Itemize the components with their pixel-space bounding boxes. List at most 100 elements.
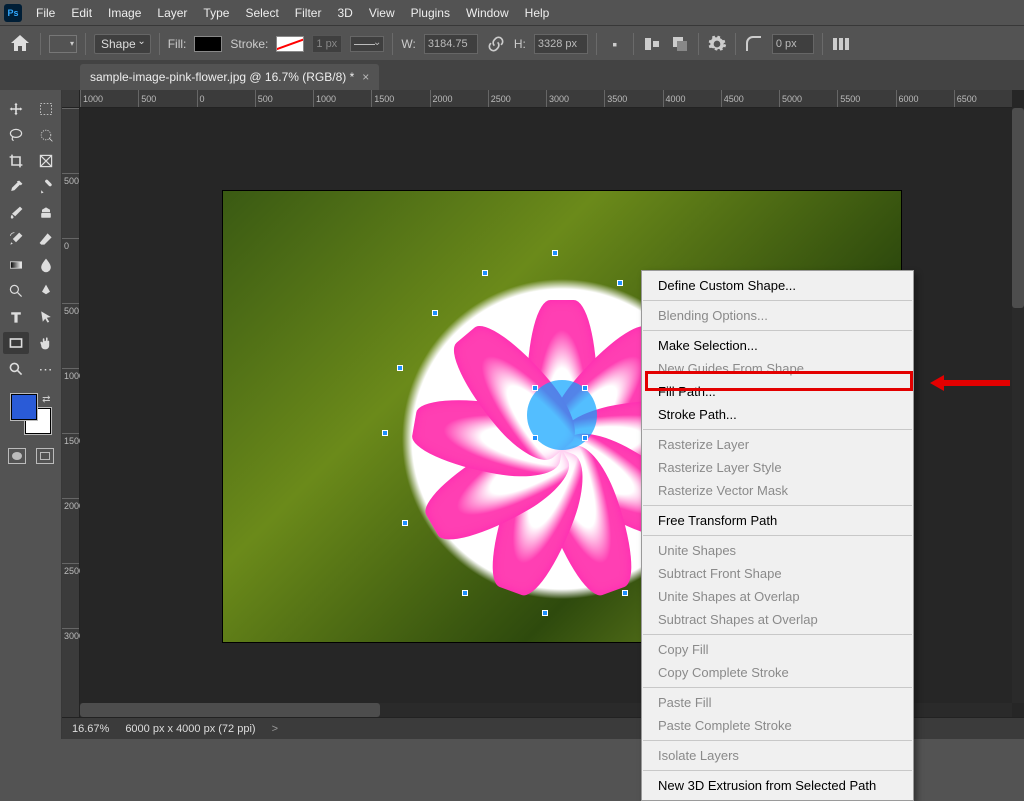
cm-stroke-path[interactable]: Stroke Path... bbox=[642, 403, 913, 426]
divider bbox=[596, 33, 597, 55]
ruler-tick: 2500 bbox=[62, 563, 79, 628]
stroke-style-select[interactable] bbox=[350, 36, 384, 52]
pen-tool[interactable] bbox=[33, 280, 59, 302]
cm-subtract-shapes-at-overlap: Subtract Shapes at Overlap bbox=[642, 608, 913, 631]
ruler-tick: 3000 bbox=[62, 628, 79, 693]
menu-help[interactable]: Help bbox=[517, 2, 558, 24]
vertical-ruler[interactable]: 500 0 500 1000 1500 2000 2500 3000 bbox=[62, 108, 80, 721]
corner-radius-field[interactable] bbox=[772, 34, 814, 54]
dodge-tool[interactable] bbox=[3, 280, 29, 302]
cm-separator bbox=[643, 770, 912, 771]
cm-separator bbox=[643, 740, 912, 741]
ruler-tick: 2000 bbox=[430, 90, 488, 107]
move-tool[interactable] bbox=[3, 98, 29, 120]
menu-bar: Ps File Edit Image Layer Type Select Fil… bbox=[0, 0, 1024, 26]
width-field[interactable] bbox=[424, 34, 478, 54]
scrollbar-thumb[interactable] bbox=[80, 703, 380, 717]
document-tab[interactable]: sample-image-pink-flower.jpg @ 16.7% (RG… bbox=[80, 64, 379, 90]
history-brush-tool[interactable] bbox=[3, 228, 29, 250]
healing-brush-tool[interactable] bbox=[33, 176, 59, 198]
cm-define-custom-shape[interactable]: Define Custom Shape... bbox=[642, 274, 913, 297]
blur-tool[interactable] bbox=[33, 254, 59, 276]
ruler-tick: 500 bbox=[138, 90, 196, 107]
menu-3d[interactable]: 3D bbox=[329, 2, 360, 24]
align-icon[interactable] bbox=[642, 34, 662, 54]
ruler-tick: 0 bbox=[62, 238, 79, 303]
align-edges-icon[interactable] bbox=[831, 34, 851, 54]
cm-fill-path[interactable]: Fill Path... bbox=[642, 380, 913, 403]
type-tool[interactable] bbox=[3, 306, 29, 328]
rectangle-tool[interactable] bbox=[3, 332, 29, 354]
marquee-tool[interactable] bbox=[33, 98, 59, 120]
edit-toolbar-icon[interactable]: ⋯ bbox=[33, 358, 59, 380]
ruler-tick: 500 bbox=[62, 173, 79, 238]
eyedropper-tool[interactable] bbox=[3, 176, 29, 198]
horizontal-ruler[interactable]: 1000 500 0 500 1000 1500 2000 2500 3000 … bbox=[80, 90, 1012, 108]
lasso-tool[interactable] bbox=[3, 124, 29, 146]
cm-free-transform-path[interactable]: Free Transform Path bbox=[642, 509, 913, 532]
app-logo: Ps bbox=[4, 4, 22, 22]
quick-selection-tool[interactable] bbox=[33, 124, 59, 146]
menu-edit[interactable]: Edit bbox=[63, 2, 100, 24]
path-operations-icon[interactable]: ▪ bbox=[605, 34, 625, 54]
scrollbar-thumb[interactable] bbox=[1012, 108, 1024, 308]
cm-separator bbox=[643, 429, 912, 430]
cm-paste-complete-stroke: Paste Complete Stroke bbox=[642, 714, 913, 737]
tool-mode-select[interactable]: Shape bbox=[94, 34, 151, 54]
crop-tool[interactable] bbox=[3, 150, 29, 172]
cm-separator bbox=[643, 505, 912, 506]
height-label: H: bbox=[514, 37, 526, 51]
stroke-width-field[interactable]: 1 px bbox=[312, 35, 342, 53]
width-label: W: bbox=[401, 37, 415, 51]
gear-icon[interactable] bbox=[707, 34, 727, 54]
ruler-tick: 1000 bbox=[313, 90, 371, 107]
home-icon[interactable] bbox=[8, 32, 32, 56]
zoom-level[interactable]: 16.67% bbox=[72, 723, 109, 735]
divider bbox=[392, 33, 393, 55]
foreground-color-swatch[interactable] bbox=[11, 394, 37, 420]
brush-tool[interactable] bbox=[3, 202, 29, 224]
gradient-tool[interactable] bbox=[3, 254, 29, 276]
height-field[interactable] bbox=[534, 34, 588, 54]
stroke-label: Stroke: bbox=[230, 37, 268, 51]
menu-filter[interactable]: Filter bbox=[287, 2, 330, 24]
cm-make-selection[interactable]: Make Selection... bbox=[642, 334, 913, 357]
cm-copy-fill: Copy Fill bbox=[642, 638, 913, 661]
frame-tool[interactable] bbox=[33, 150, 59, 172]
fill-color-swatch[interactable] bbox=[194, 36, 222, 52]
ruler-origin[interactable] bbox=[62, 90, 80, 108]
menu-window[interactable]: Window bbox=[458, 2, 517, 24]
document-dimensions[interactable]: 6000 px x 4000 px (72 ppi) bbox=[125, 723, 255, 735]
screen-mode-icon[interactable] bbox=[36, 448, 54, 464]
menu-view[interactable]: View bbox=[361, 2, 403, 24]
menu-type[interactable]: Type bbox=[195, 2, 237, 24]
link-wh-icon[interactable] bbox=[486, 34, 506, 54]
arrange-icon[interactable] bbox=[670, 34, 690, 54]
vertical-scrollbar[interactable] bbox=[1012, 108, 1024, 703]
cm-subtract-front-shape: Subtract Front Shape bbox=[642, 562, 913, 585]
zoom-tool[interactable] bbox=[3, 358, 29, 380]
cm-new-3d-extrusion[interactable]: New 3D Extrusion from Selected Path bbox=[642, 774, 913, 797]
menu-select[interactable]: Select bbox=[237, 2, 286, 24]
close-tab-icon[interactable]: × bbox=[362, 70, 369, 84]
rounded-corner-icon[interactable] bbox=[744, 34, 764, 54]
ruler-tick: 6000 bbox=[896, 90, 954, 107]
stroke-color-swatch[interactable] bbox=[276, 36, 304, 52]
path-selection-tool[interactable] bbox=[33, 306, 59, 328]
menu-file[interactable]: File bbox=[28, 2, 63, 24]
menu-image[interactable]: Image bbox=[100, 2, 149, 24]
clone-stamp-tool[interactable] bbox=[33, 202, 59, 224]
hand-tool[interactable] bbox=[33, 332, 59, 354]
cm-unite-shapes: Unite Shapes bbox=[642, 539, 913, 562]
cm-rasterize-vector-mask: Rasterize Vector Mask bbox=[642, 479, 913, 502]
color-swatches[interactable]: ⇄ bbox=[11, 394, 51, 434]
tool-preset-picker[interactable] bbox=[49, 35, 77, 53]
menu-plugins[interactable]: Plugins bbox=[403, 2, 458, 24]
menu-layer[interactable]: Layer bbox=[149, 2, 195, 24]
context-menu: Define Custom Shape... Blending Options.… bbox=[641, 270, 914, 801]
quick-mask-icon[interactable] bbox=[8, 448, 26, 464]
status-arrow-icon[interactable]: > bbox=[272, 723, 278, 735]
ruler-tick: 2500 bbox=[488, 90, 546, 107]
eraser-tool[interactable] bbox=[33, 228, 59, 250]
swap-colors-icon[interactable]: ⇄ bbox=[42, 394, 50, 405]
